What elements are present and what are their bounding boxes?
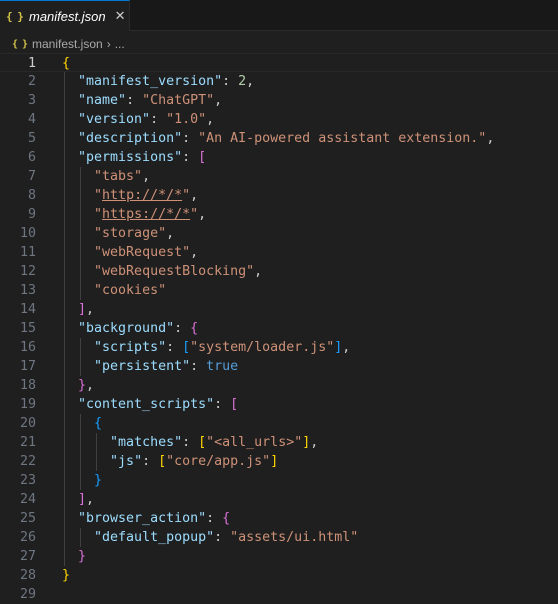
code-editor[interactable]: 1{2 "manifest_version": 2, 3 "name": "Cha… bbox=[0, 53, 558, 602]
line-number: 24 bbox=[19, 492, 36, 507]
tab-manifest-json[interactable]: { } manifest.json ✕ bbox=[0, 0, 130, 31]
code-text: "background": { bbox=[78, 321, 199, 336]
code-text: "tabs", bbox=[94, 169, 151, 184]
code-text: "matches": ["<all_urls>"], bbox=[110, 435, 319, 450]
line-number: 16 bbox=[19, 340, 36, 355]
code-text: "http://*/*", bbox=[94, 188, 199, 203]
code-text: "browser_action": { bbox=[78, 511, 231, 526]
line-number: 25 bbox=[19, 511, 36, 526]
code-text: "description": "An AI-powered assistant … bbox=[78, 131, 495, 146]
breadcrumb: { } manifest.json › ... bbox=[0, 33, 558, 55]
code-line[interactable]: 22 "js": ["core/app.js"] bbox=[0, 452, 558, 471]
chevron-right-icon: › bbox=[106, 37, 111, 51]
code-text: "https://*/*", bbox=[94, 207, 207, 222]
code-line[interactable]: 13 "cookies" bbox=[0, 281, 558, 300]
line-number: 19 bbox=[19, 397, 36, 412]
line-number: 26 bbox=[19, 530, 36, 545]
code-line[interactable]: 1{ bbox=[0, 53, 558, 72]
code-text: "js": ["core/app.js"] bbox=[110, 454, 279, 469]
code-text: } bbox=[94, 473, 103, 488]
code-text: "cookies" bbox=[94, 283, 167, 298]
code-text: "name": "ChatGPT", bbox=[78, 93, 223, 108]
code-line[interactable]: 12 "webRequestBlocking", bbox=[0, 262, 558, 281]
json-file-icon: { } bbox=[12, 38, 28, 50]
code-text: "storage", bbox=[94, 226, 175, 241]
code-text: ], bbox=[78, 302, 95, 317]
code-text: "content_scripts": [ bbox=[78, 397, 239, 412]
code-text: }, bbox=[78, 378, 95, 393]
line-number: 6 bbox=[27, 150, 36, 165]
code-line[interactable]: 3 "name": "ChatGPT", bbox=[0, 91, 558, 110]
code-line[interactable]: 8 "http://*/*", bbox=[0, 186, 558, 205]
code-line[interactable]: 25 "browser_action": { bbox=[0, 509, 558, 528]
tab-title: manifest.json bbox=[29, 8, 106, 24]
code-line[interactable]: 10 "storage", bbox=[0, 224, 558, 243]
line-number: 12 bbox=[19, 264, 36, 279]
code-text: { bbox=[62, 56, 71, 71]
code-line[interactable]: 21 "matches": ["<all_urls>"], bbox=[0, 433, 558, 452]
line-number: 1 bbox=[27, 56, 36, 71]
code-line[interactable]: 11 "webRequest", bbox=[0, 243, 558, 262]
close-icon[interactable]: ✕ bbox=[115, 8, 126, 24]
line-number: 22 bbox=[19, 454, 36, 469]
code-line[interactable]: 15 "background": { bbox=[0, 319, 558, 338]
line-number: 10 bbox=[19, 226, 36, 241]
code-line[interactable]: 19 "content_scripts": [ bbox=[0, 395, 558, 414]
code-line[interactable]: 7 "tabs", bbox=[0, 167, 558, 186]
line-number: 29 bbox=[19, 587, 36, 602]
code-line[interactable]: 26 "default_popup": "assets/ui.html" bbox=[0, 528, 558, 547]
code-text: "webRequestBlocking", bbox=[94, 264, 263, 279]
code-line[interactable]: 14 ], bbox=[0, 300, 558, 319]
code-text: } bbox=[78, 549, 87, 564]
line-number: 15 bbox=[19, 321, 36, 336]
json-file-icon: { } bbox=[6, 9, 24, 23]
line-number: 11 bbox=[19, 245, 36, 260]
line-number: 17 bbox=[19, 359, 36, 374]
line-number: 2 bbox=[27, 74, 36, 89]
code-line[interactable]: 24 ], bbox=[0, 490, 558, 509]
code-text: "default_popup": "assets/ui.html" bbox=[94, 530, 359, 545]
line-number: 8 bbox=[27, 188, 36, 203]
line-number: 21 bbox=[19, 435, 36, 450]
code-text: "permissions": [ bbox=[78, 150, 207, 165]
code-line[interactable]: 5 "description": "An AI-powered assistan… bbox=[0, 129, 558, 148]
line-number: 14 bbox=[19, 302, 36, 317]
code-line[interactable]: 16 "scripts": ["system/loader.js"], bbox=[0, 338, 558, 357]
line-number: 4 bbox=[27, 112, 36, 127]
line-number: 18 bbox=[19, 378, 36, 393]
code-text: "webRequest", bbox=[94, 245, 199, 260]
line-number: 20 bbox=[19, 416, 36, 431]
code-line[interactable]: 4 "version": "1.0", bbox=[0, 110, 558, 129]
line-number: 13 bbox=[19, 283, 36, 298]
code-text: } bbox=[62, 568, 71, 583]
line-number: 3 bbox=[27, 93, 36, 108]
breadcrumb-file[interactable]: manifest.json bbox=[32, 37, 103, 51]
code-line[interactable]: 6 "permissions": [ bbox=[0, 148, 558, 167]
code-line[interactable]: 9 "https://*/*", bbox=[0, 205, 558, 224]
code-line[interactable]: 29 bbox=[0, 585, 558, 604]
code-text: ], bbox=[78, 492, 95, 507]
code-line[interactable]: 2 "manifest_version": 2, bbox=[0, 72, 558, 91]
line-number: 5 bbox=[27, 131, 36, 146]
code-text: "scripts": ["system/loader.js"], bbox=[94, 340, 351, 355]
code-text: "persistent": true bbox=[94, 359, 239, 374]
line-number: 28 bbox=[19, 568, 36, 583]
tab-bar: { } manifest.json ✕ bbox=[0, 0, 558, 31]
line-number: 9 bbox=[27, 207, 36, 222]
code-text: "manifest_version": 2, bbox=[78, 74, 255, 89]
code-line[interactable]: 28} bbox=[0, 566, 558, 585]
code-line[interactable]: 18 }, bbox=[0, 376, 558, 395]
breadcrumb-symbols[interactable]: ... bbox=[115, 37, 125, 51]
code-text: "version": "1.0", bbox=[78, 112, 215, 127]
code-line[interactable]: 20 { bbox=[0, 414, 558, 433]
line-number: 7 bbox=[27, 169, 36, 184]
code-text: { bbox=[94, 416, 103, 431]
code-line[interactable]: 17 "persistent": true bbox=[0, 357, 558, 376]
line-number: 23 bbox=[19, 473, 36, 488]
code-line[interactable]: 23 } bbox=[0, 471, 558, 490]
code-line[interactable]: 27 } bbox=[0, 547, 558, 566]
line-number: 27 bbox=[19, 549, 36, 564]
